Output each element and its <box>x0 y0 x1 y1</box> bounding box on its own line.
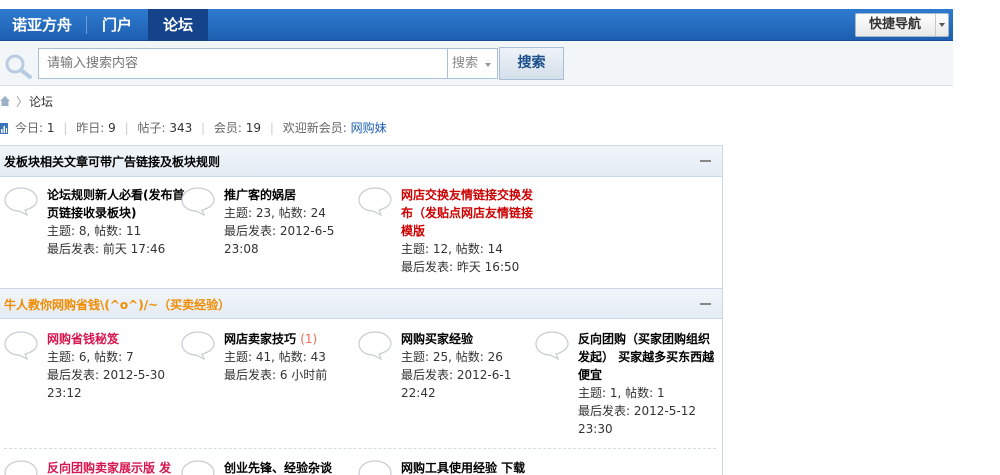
forum-topics: 主题: 25, 帖数: 26 <box>401 350 503 364</box>
forum-topics: 主题: 1, 帖数: 1 <box>578 386 665 400</box>
forum-last-post: 最后发表: 6 小时前 <box>224 368 328 382</box>
forum-last-post: 最后发表: 昨天 16:50 <box>401 260 520 274</box>
forum-name-text: 网店卖家技巧 <box>224 332 297 346</box>
home-icon[interactable] <box>0 96 10 106</box>
forum-name[interactable]: 推广客的娲居 <box>224 186 362 204</box>
forum-last-post: 最后发表: 2012-6-5 23:08 <box>224 224 335 256</box>
collapse-icon[interactable] <box>700 303 711 305</box>
category-title[interactable]: 牛人教你网购省钱\(^o^)/~（买卖经验） <box>4 296 230 313</box>
nav-item-portal[interactable]: 门户 <box>88 9 146 41</box>
forum-bubble-icon <box>358 460 392 475</box>
forum-bubble-icon <box>358 331 392 360</box>
breadcrumb-current: 论坛 <box>29 95 54 109</box>
top-nav-bar: 诺亚方舟 门户 论坛 快捷导航 <box>0 9 953 41</box>
forum-bubble-icon <box>4 331 38 360</box>
collapse-icon[interactable] <box>700 160 711 162</box>
forum-bubble-icon <box>181 187 215 216</box>
forum-last-post: 最后发表: 2012-5-30 23:12 <box>47 368 165 400</box>
forum-name[interactable]: 网购买家经验 <box>401 330 539 348</box>
search-input[interactable] <box>47 49 442 78</box>
forum-bubble-icon <box>358 187 392 216</box>
forum-name[interactable]: 网购工具使用经验 下载 <box>401 459 539 475</box>
forum-name[interactable]: 反向团购（买家团购组织发起） 买家越多买东西越便宜 <box>578 330 716 384</box>
category-title[interactable]: 发板块相关文章可带广告链接及板块规则 <box>4 153 220 170</box>
stats-chart-icon <box>0 123 8 134</box>
stats-members-value: 19 <box>245 121 262 135</box>
row-divider <box>4 448 716 449</box>
quick-nav-button[interactable]: 快捷导航 <box>855 13 949 37</box>
forum-last-post: 最后发表: 2012-6-1 22:42 <box>401 368 512 400</box>
search-bar: 搜索 搜索 <box>0 41 953 86</box>
forum-board: 发板块相关文章可带广告链接及板块规则 论坛规则新人必看(发布首页链接收录板块) … <box>0 145 723 475</box>
chevron-down-icon <box>935 14 948 36</box>
forum-topics: 主题: 6, 帖数: 7 <box>47 350 134 364</box>
caret-down-icon <box>485 63 491 67</box>
forum-bubble-icon <box>181 460 215 475</box>
forum-bubble-icon <box>4 187 38 216</box>
forum-last-post: 最后发表: 前天 17:46 <box>47 242 166 256</box>
search-type-select[interactable]: 搜索 <box>448 48 498 79</box>
search-button[interactable]: 搜索 <box>499 47 564 80</box>
forum-name[interactable]: 网购省钱秘笈 <box>47 330 185 348</box>
category-header: 牛人教你网购省钱\(^o^)/~（买卖经验） <box>0 288 722 319</box>
forum-name[interactable]: 网店交换友情链接交换发布（发贴点网店友情链接模版 <box>401 186 539 240</box>
forum-last-post: 最后发表: 2012-5-12 23:30 <box>578 404 696 436</box>
forum-name[interactable]: 创业先锋、经验杂谈 <box>224 459 362 475</box>
forum-name[interactable]: 论坛规则新人必看(发布首页链接收录板块) <box>47 186 185 222</box>
forum-bubble-icon <box>181 331 215 360</box>
quick-nav-label: 快捷导航 <box>869 17 922 32</box>
forum-bubble-icon <box>4 460 38 475</box>
forum-topics: 主题: 12, 帖数: 14 <box>401 242 503 256</box>
search-type-label: 搜索 <box>452 56 479 71</box>
nav-item-home-brand[interactable]: 诺亚方舟 <box>0 9 84 41</box>
forum-topics: 主题: 23, 帖数: 24 <box>224 206 326 220</box>
forum-name[interactable]: 网店卖家技巧 (1) <box>224 330 362 348</box>
stats-posts-label: 帖子: <box>137 121 166 135</box>
nav-item-forum[interactable]: 论坛 <box>148 9 208 41</box>
stats-posts-value: 343 <box>169 121 193 135</box>
search-icon <box>5 54 32 79</box>
search-field <box>38 48 448 79</box>
stats-today-value: 1 <box>46 121 55 135</box>
category-header: 发板块相关文章可带广告链接及板块规则 <box>0 146 722 177</box>
nav-separator <box>86 16 87 34</box>
forum-topics: 主题: 8, 帖数: 11 <box>47 224 142 238</box>
new-post-count: (1) <box>300 332 318 346</box>
stats-welcome-label: 欢迎新会员: <box>282 121 347 135</box>
stats-members-label: 会员: <box>213 121 242 135</box>
breadcrumb-separator: 〉 <box>16 95 29 109</box>
stats-yesterday-value: 9 <box>108 121 116 135</box>
new-member-link[interactable]: 网购妹 <box>351 121 387 135</box>
forum-name[interactable]: 反向团购卖家展示版 发 <box>47 459 185 475</box>
forum-bubble-icon <box>535 331 569 360</box>
stats-yesterday-label: 昨日: <box>76 121 105 135</box>
forum-topics: 主题: 41, 帖数: 43 <box>224 350 326 364</box>
stats-today-label: 今日: <box>15 121 44 135</box>
